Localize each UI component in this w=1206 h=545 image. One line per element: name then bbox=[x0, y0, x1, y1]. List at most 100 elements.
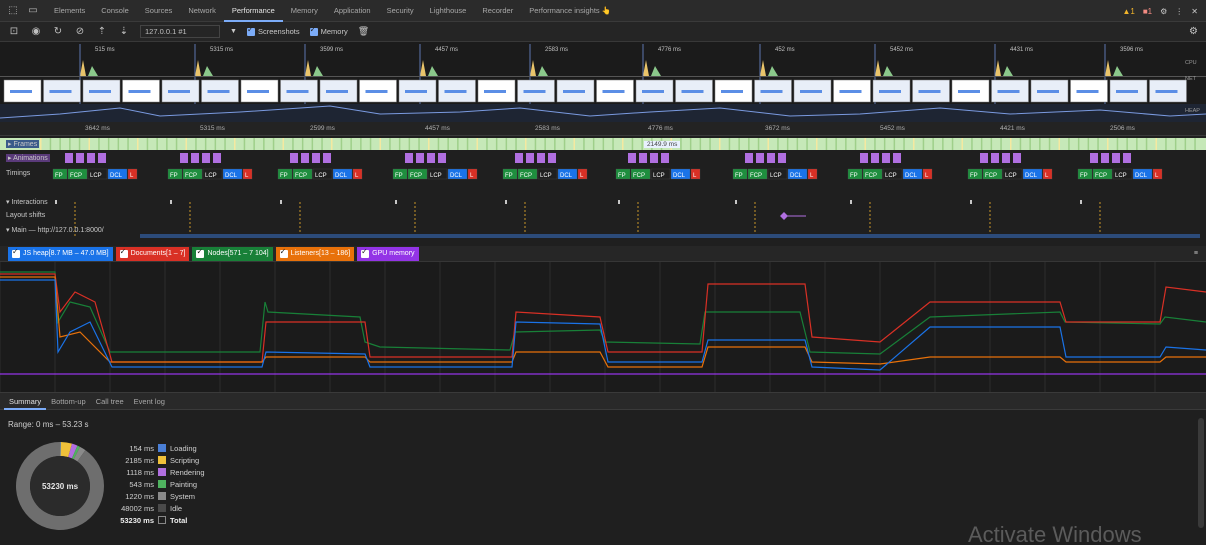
checkbox-checked-icon bbox=[361, 247, 370, 258]
tab-network[interactable]: Network bbox=[180, 0, 224, 22]
record-icon[interactable]: ⊡ bbox=[8, 26, 20, 37]
timing-marker-label[interactable]: FP bbox=[280, 173, 288, 179]
more-menu-icon[interactable]: ⋮ bbox=[1175, 7, 1183, 16]
timing-marker-label[interactable]: FP bbox=[55, 173, 63, 179]
timing-marker-label[interactable]: FP bbox=[170, 173, 178, 179]
animations-track-label[interactable]: ▸ Animations bbox=[6, 154, 50, 162]
details-tab-event-log[interactable]: Event log bbox=[129, 393, 170, 410]
timing-marker-label[interactable]: DCL bbox=[225, 173, 238, 179]
timing-marker-label[interactable]: LCP bbox=[205, 173, 217, 179]
timing-marker-label[interactable]: DCL bbox=[335, 173, 348, 179]
overview-canvas: 515 ms 5315 ms 3599 ms 4457 ms 2583 ms 4776 m… bbox=[0, 44, 1206, 122]
timing-marker-label[interactable]: FCP bbox=[295, 173, 307, 179]
timing-marker-label[interactable]: DCL bbox=[905, 173, 918, 179]
frames-track-label[interactable]: ▸ Frames bbox=[6, 140, 40, 148]
memory-counter-toggle[interactable]: JS heap[8.7 MB – 47.0 MB] bbox=[8, 246, 113, 261]
garbage-collect-icon[interactable]: 🗑 bbox=[358, 26, 369, 37]
memory-counter-toggle[interactable]: GPU memory bbox=[357, 246, 419, 261]
timeline-overview[interactable]: 515 ms 5315 ms 3599 ms 4457 ms 2583 ms 4776 m… bbox=[0, 42, 1206, 122]
tab-recorder[interactable]: Recorder bbox=[474, 0, 521, 22]
timing-marker-label[interactable]: DCL bbox=[1025, 173, 1038, 179]
inspect-element-icon[interactable]: ⬚ bbox=[6, 4, 20, 18]
tab-elements[interactable]: Elements bbox=[46, 0, 93, 22]
timing-marker-label[interactable]: FCP bbox=[520, 173, 532, 179]
error-icon[interactable]: ■1 bbox=[1143, 7, 1152, 16]
details-tab-call-tree[interactable]: Call tree bbox=[91, 393, 129, 410]
timing-marker-label[interactable]: FCP bbox=[410, 173, 422, 179]
clear-icon[interactable]: ⊘ bbox=[74, 26, 86, 37]
memory-counter-toggle[interactable]: Listeners[13 – 186] bbox=[275, 246, 355, 261]
animation-block bbox=[639, 153, 647, 163]
timing-marker-label[interactable]: FCP bbox=[750, 173, 762, 179]
timing-marker-label[interactable]: LCP bbox=[1005, 173, 1017, 179]
close-devtools-icon[interactable]: ✕ bbox=[1191, 7, 1198, 16]
screenshots-checkbox[interactable]: Screenshots bbox=[246, 25, 300, 36]
memory-counter-toggle[interactable]: Nodes[571 – 7 104] bbox=[192, 246, 273, 261]
timing-marker-label[interactable]: LCP bbox=[770, 173, 782, 179]
timings-track-label[interactable]: Timings bbox=[6, 170, 30, 177]
tab-memory[interactable]: Memory bbox=[283, 0, 326, 22]
memory-counters-chart[interactable] bbox=[0, 262, 1206, 392]
device-toolbar-icon[interactable]: ▭ bbox=[26, 4, 40, 18]
frame-tick bbox=[1136, 138, 1138, 150]
timing-marker-label[interactable]: LCP bbox=[90, 173, 102, 179]
timing-marker-label[interactable]: LCP bbox=[315, 173, 327, 179]
timing-marker-label[interactable]: FCP bbox=[633, 173, 645, 179]
timing-marker-label[interactable]: LCP bbox=[430, 173, 442, 179]
memory-checkbox[interactable]: Memory bbox=[309, 25, 348, 36]
timing-marker-label[interactable]: LCP bbox=[540, 173, 552, 179]
summary-row-swatch bbox=[158, 468, 166, 476]
tab-security[interactable]: Security bbox=[379, 0, 422, 22]
memory-menu-icon[interactable]: ≡ bbox=[1194, 250, 1198, 257]
main-thread-track-label[interactable]: ▾ Main — http://127.0.0.1:8000/ bbox=[6, 226, 104, 234]
timing-marker-label[interactable]: FP bbox=[850, 173, 858, 179]
capture-settings-gear-icon[interactable]: ⚙ bbox=[1189, 26, 1198, 37]
tab-performance[interactable]: Performance bbox=[223, 0, 283, 22]
details-tab-summary[interactable]: Summary bbox=[4, 393, 47, 410]
timing-marker-label[interactable]: DCL bbox=[790, 173, 803, 179]
timing-marker-label[interactable]: FP bbox=[505, 173, 513, 179]
settings-gear-icon[interactable]: ⚙ bbox=[1160, 7, 1167, 16]
record-circle-icon[interactable]: ◉ bbox=[30, 26, 42, 37]
tab-sources[interactable]: Sources bbox=[137, 0, 181, 22]
tab-application[interactable]: Application bbox=[326, 0, 379, 22]
timing-marker-label[interactable]: FP bbox=[395, 173, 403, 179]
timing-marker-label[interactable]: FCP bbox=[865, 173, 877, 179]
animation-block bbox=[438, 153, 446, 163]
reload-record-icon[interactable]: ↻ bbox=[52, 26, 64, 37]
timing-marker-label[interactable]: DCL bbox=[673, 173, 686, 179]
interactions-track-label[interactable]: ▾ Interactions bbox=[6, 198, 48, 206]
timing-marker-label[interactable]: FP bbox=[735, 173, 743, 179]
timing-marker-label[interactable]: DCL bbox=[1135, 173, 1148, 179]
tab-console[interactable]: Console bbox=[93, 0, 137, 22]
timing-marker-label[interactable]: DCL bbox=[450, 173, 463, 179]
upload-icon[interactable]: ⇡ bbox=[96, 26, 108, 37]
timing-marker-label[interactable]: FP bbox=[970, 173, 978, 179]
recording-dropdown-arrow-icon[interactable]: ▼ bbox=[230, 28, 237, 35]
timing-marker-label[interactable]: DCL bbox=[110, 173, 123, 179]
timing-marker-label[interactable]: LCP bbox=[1115, 173, 1127, 179]
timing-marker-label[interactable]: FCP bbox=[185, 173, 197, 179]
timing-marker-label[interactable]: FP bbox=[618, 173, 626, 179]
overview-duration-label: 3596 ms bbox=[1120, 47, 1143, 53]
timeline-tracks[interactable]: FP FCP LCP DCL L FP FCP LCP DCL L FP FCP LCP DCL L FP FC… bbox=[0, 136, 1206, 240]
timing-marker-label[interactable]: FCP bbox=[1095, 173, 1107, 179]
memory-counter-toggle[interactable]: Documents[1 – 7] bbox=[115, 246, 190, 261]
timing-marker-label[interactable]: DCL bbox=[560, 173, 573, 179]
frame-duration-label[interactable]: 2149.9 ms bbox=[644, 141, 681, 148]
timing-marker-label[interactable]: FCP bbox=[70, 173, 82, 179]
summary-scrollbar[interactable] bbox=[1198, 418, 1204, 528]
timing-marker-label[interactable]: FCP bbox=[985, 173, 997, 179]
tab-performance-insights[interactable]: Performance insights 👆 bbox=[521, 0, 619, 22]
download-icon[interactable]: ⇣ bbox=[118, 26, 130, 37]
timing-marker-label[interactable]: LCP bbox=[885, 173, 897, 179]
frame-tick bbox=[428, 138, 430, 150]
summary-row-scripting: 2185 ms Scripting bbox=[118, 454, 205, 466]
timing-marker-label[interactable]: FP bbox=[1080, 173, 1088, 179]
layout-shifts-track-label[interactable]: Layout shifts bbox=[6, 212, 45, 219]
timing-marker-label[interactable]: LCP bbox=[653, 173, 665, 179]
tab-lighthouse[interactable]: Lighthouse bbox=[422, 0, 475, 22]
warning-icon[interactable]: ▲1 bbox=[1122, 7, 1134, 16]
recording-select[interactable]: 127.0.0.1 #1 bbox=[140, 25, 220, 38]
details-tab-bottom-up[interactable]: Bottom-up bbox=[46, 393, 91, 410]
